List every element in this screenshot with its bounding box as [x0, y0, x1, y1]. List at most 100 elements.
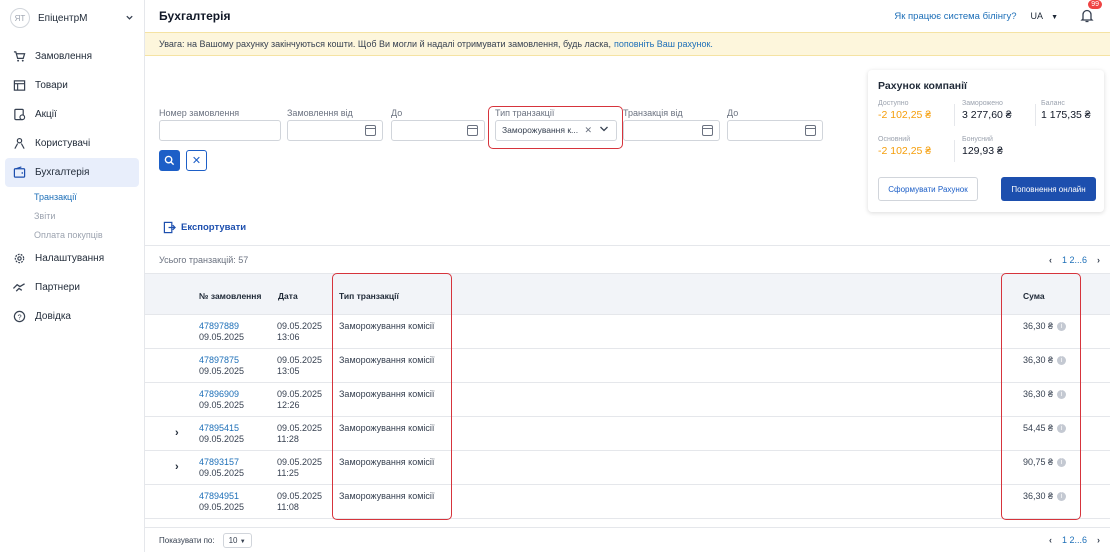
search-button[interactable]: [159, 150, 180, 171]
table-row[interactable]: 47897875 09.05.2025 09.05.2025 13:05 Замор…: [145, 349, 1110, 383]
order-link[interactable]: 47897889: [199, 321, 244, 332]
calendar-icon[interactable]: [805, 125, 816, 136]
calendar-icon[interactable]: [365, 125, 376, 136]
date-value: 09.05.2025: [277, 457, 323, 467]
language-selector[interactable]: UA ▼: [1031, 11, 1058, 21]
sidebar-subitem-transactions[interactable]: Транзакції: [0, 187, 144, 206]
time-value: 11:08: [277, 502, 299, 512]
calendar-icon[interactable]: [467, 125, 478, 136]
low-balance-banner: Увага: на Вашому рахунку закінчуються ко…: [145, 32, 1110, 56]
order-cell: 47896909 09.05.2025: [199, 389, 244, 411]
table-row[interactable]: 47894951 09.05.2025 09.05.2025 11:08 Замор…: [145, 485, 1110, 519]
frozen-balance: Заморожено 3 277,60 ₴: [962, 100, 1012, 121]
page-title: Бухгалтерія: [159, 9, 231, 23]
sidebar-nav: Замовлення Товари Акції Користувачі Бухг…: [0, 42, 144, 331]
bonus-balance: Бонусний 129,93 ₴: [962, 136, 1003, 157]
total-count: Усього транзакцій: 57: [159, 254, 249, 265]
sidebar-item-help[interactable]: ? Довідка: [0, 302, 144, 331]
order-number-input[interactable]: [159, 120, 281, 141]
generate-invoice-button[interactable]: Сформувати Рахунок: [878, 177, 978, 201]
prev-page-button[interactable]: ‹: [1049, 255, 1052, 265]
table-row[interactable]: 47897889 09.05.2025 09.05.2025 13:06 Замор…: [145, 315, 1110, 349]
order-date: 09.05.2025: [199, 332, 245, 342]
sidebar-subitem-reports[interactable]: Звіти: [0, 206, 144, 225]
order-from-label: Замовлення від: [287, 108, 353, 118]
org-switcher[interactable]: ЯТ ЕпіцентрМ: [0, 0, 144, 36]
order-to-input[interactable]: [391, 120, 485, 141]
topup-link[interactable]: поповніть Ваш рахунок.: [614, 39, 713, 49]
table-row[interactable]: 47896909 09.05.2025 09.05.2025 12:26 Замор…: [145, 383, 1110, 417]
sidebar-item-orders[interactable]: Замовлення: [0, 42, 144, 71]
sidebar-item-label: Бухгалтерія: [35, 167, 90, 178]
order-cell: 47897889 09.05.2025: [199, 321, 244, 343]
expand-row-icon[interactable]: ›: [175, 427, 179, 439]
sidebar-item-settings[interactable]: Налаштування: [0, 244, 144, 273]
order-cell: 47894951 09.05.2025: [199, 491, 244, 513]
time-value: 12:26: [277, 400, 300, 410]
filter-order-from: Замовлення від: [287, 108, 383, 141]
col-order: № замовлення: [199, 291, 262, 301]
table-row[interactable]: › 47895415 09.05.2025 09.05.2025 11:28 Зам…: [145, 417, 1110, 451]
card-title: Рахунок компанії: [878, 80, 967, 92]
sidebar-item-promotions[interactable]: Акції: [0, 100, 144, 129]
order-link[interactable]: 47895415: [199, 423, 244, 434]
filter-order-number: Номер замовлення: [159, 108, 281, 141]
sidebar-item-partners[interactable]: Партнери: [0, 273, 144, 302]
calendar-icon[interactable]: [702, 125, 713, 136]
order-from-input[interactable]: [287, 120, 383, 141]
frozen-value: 3 277,60 ₴: [962, 109, 1012, 121]
table-row[interactable]: › 47893157 09.05.2025 09.05.2025 11:25 Зам…: [145, 451, 1110, 485]
page-numbers[interactable]: 1 2...6: [1062, 255, 1087, 265]
expand-row-icon[interactable]: ›: [175, 461, 179, 473]
order-date: 09.05.2025: [199, 468, 245, 478]
transaction-to-label: До: [727, 108, 739, 118]
date-cell: 09.05.2025 11:25: [277, 457, 322, 479]
notifications-button[interactable]: 99: [1080, 0, 1102, 24]
order-link[interactable]: 47894951: [199, 491, 244, 502]
gear-icon: [11, 251, 27, 267]
order-link[interactable]: 47897875: [199, 355, 244, 366]
export-icon: [163, 221, 176, 234]
available-value: -2 102,25 ₴: [878, 109, 932, 121]
next-page-button[interactable]: ›: [1097, 255, 1100, 265]
order-link[interactable]: 47896909: [199, 389, 244, 400]
bonus-label: Бонусний: [962, 136, 993, 143]
order-number-label: Номер замовлення: [159, 108, 240, 118]
banner-text: Увага: на Вашому рахунку закінчуються ко…: [159, 39, 611, 49]
table-footer: Показувати по: 10 ▼ ‹ 1 2...6 ›: [145, 527, 1110, 552]
topup-online-button[interactable]: Поповнення онлайн: [1001, 177, 1096, 201]
transaction-to-input[interactable]: [727, 120, 823, 141]
next-page-button[interactable]: ›: [1097, 535, 1100, 545]
sidebar-item-products[interactable]: Товари: [0, 71, 144, 100]
org-name: ЕпіцентрМ: [38, 12, 88, 24]
order-link[interactable]: 47893157: [199, 457, 244, 468]
page-numbers[interactable]: 1 2...6: [1062, 535, 1087, 545]
order-cell: 47897875 09.05.2025: [199, 355, 244, 377]
chevron-down-icon: [125, 13, 134, 24]
card-balances: Доступно -2 102,25 ₴ Заморожено 3 277,60…: [878, 100, 1094, 170]
sidebar-subitem-customer-payments[interactable]: Оплата покупців: [0, 225, 144, 244]
export-button[interactable]: Експортувати: [163, 221, 246, 234]
wallet-icon: [11, 165, 27, 181]
transaction-from-input[interactable]: [623, 120, 720, 141]
bell-icon: [1080, 9, 1094, 23]
box-icon: [11, 78, 27, 94]
bonus-value: 129,93 ₴: [962, 145, 1003, 157]
date-value: 09.05.2025: [277, 423, 323, 433]
billing-help-link[interactable]: Як працює система білінгу?: [894, 11, 1016, 22]
chevron-down-icon: ▼: [239, 538, 246, 545]
highlight-box: [1001, 273, 1081, 520]
main-label: Основний: [878, 136, 911, 143]
table-header: № замовлення Дата Тип транзакції Сума: [145, 273, 1110, 315]
sidebar-item-users[interactable]: Користувачі: [0, 129, 144, 158]
time-value: 13:05: [277, 366, 300, 376]
clear-filters-button[interactable]: ✕: [186, 150, 207, 171]
sidebar-item-accounting[interactable]: Бухгалтерія: [5, 158, 139, 187]
cart-icon: [11, 49, 27, 65]
date-cell: 09.05.2025 11:28: [277, 423, 322, 445]
main-value: -2 102,25 ₴: [878, 145, 932, 157]
prev-page-button[interactable]: ‹: [1049, 535, 1052, 545]
divider: [954, 104, 955, 126]
sidebar-item-label: Користувачі: [35, 138, 91, 149]
per-page-select[interactable]: 10 ▼: [222, 532, 252, 548]
